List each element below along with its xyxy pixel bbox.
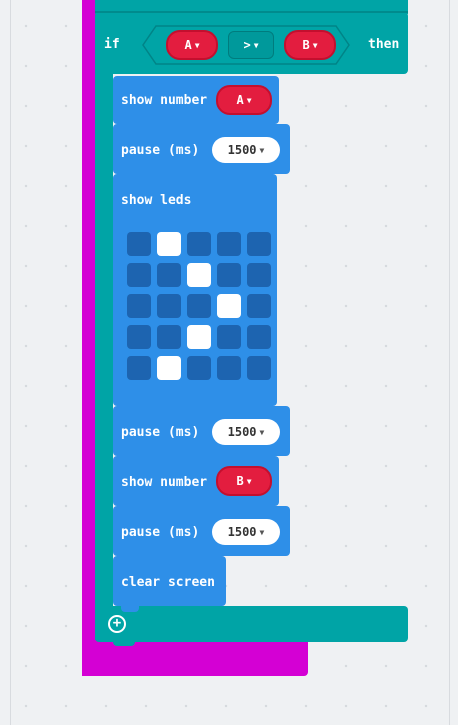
led-matrix[interactable]: [127, 232, 272, 384]
pause-duration-value: 1500: [227, 525, 257, 539]
led-cell-1-3[interactable]: [217, 263, 241, 287]
led-cell-1-0[interactable]: [127, 263, 151, 287]
caret-down-icon: ▼: [246, 96, 252, 105]
variable-label-b: B: [236, 474, 244, 488]
led-cell-3-4[interactable]: [247, 325, 271, 349]
then-keyword: then: [368, 37, 400, 52]
led-cell-0-3[interactable]: [217, 232, 241, 256]
show-number-label: show number: [121, 475, 208, 490]
led-cell-3-1[interactable]: [157, 325, 181, 349]
variable-dropdown-a-condition[interactable]: A ▼: [166, 30, 218, 60]
caret-down-icon: ▼: [259, 528, 265, 537]
led-cell-0-1[interactable]: [157, 232, 181, 256]
led-cell-1-4[interactable]: [247, 263, 271, 287]
led-cell-4-1[interactable]: [157, 356, 181, 380]
variable-label-a: A: [184, 38, 192, 52]
variable-label-b: B: [302, 38, 310, 52]
if-block-footer[interactable]: [95, 606, 408, 642]
show-number-label: show number: [121, 93, 208, 108]
variable-dropdown-a[interactable]: A ▼: [216, 85, 272, 115]
pause-duration-input-3[interactable]: 1500 ▼: [212, 519, 280, 545]
plus-circle-icon[interactable]: +: [108, 615, 126, 633]
led-cell-3-3[interactable]: [217, 325, 241, 349]
block-notch: [121, 606, 139, 612]
led-cell-3-0[interactable]: [127, 325, 151, 349]
led-cell-2-2[interactable]: [187, 294, 211, 318]
caret-down-icon: ▼: [194, 41, 200, 50]
comparison-operator-dropdown[interactable]: > ▼: [228, 31, 274, 59]
caret-down-icon: ▼: [246, 477, 252, 486]
led-cell-0-0[interactable]: [127, 232, 151, 256]
led-cell-0-4[interactable]: [247, 232, 271, 256]
led-cell-2-0[interactable]: [127, 294, 151, 318]
caret-down-icon: ▼: [312, 41, 318, 50]
caret-down-icon: ▼: [259, 428, 265, 437]
show-leds-label: show leds: [121, 193, 192, 208]
led-cell-4-0[interactable]: [127, 356, 151, 380]
pause-duration-input-1[interactable]: 1500 ▼: [212, 137, 280, 163]
pause-duration-input-2[interactable]: 1500 ▼: [212, 419, 280, 445]
outer-block-footer[interactable]: [82, 642, 308, 676]
pause-label: pause (ms): [121, 143, 200, 158]
led-cell-3-2[interactable]: [187, 325, 211, 349]
operator-label: >: [243, 38, 251, 52]
if-block-spine[interactable]: [95, 60, 113, 640]
caret-down-icon: ▼: [259, 146, 265, 155]
led-cell-2-4[interactable]: [247, 294, 271, 318]
led-cell-2-1[interactable]: [157, 294, 181, 318]
led-cell-4-3[interactable]: [217, 356, 241, 380]
variable-dropdown-b[interactable]: B ▼: [216, 466, 272, 496]
led-cell-4-2[interactable]: [187, 356, 211, 380]
pause-label: pause (ms): [121, 425, 200, 440]
variable-dropdown-b-condition[interactable]: B ▼: [284, 30, 336, 60]
pause-duration-value: 1500: [227, 425, 257, 439]
pause-duration-value: 1500: [227, 143, 257, 157]
pause-label: pause (ms): [121, 525, 200, 540]
if-block-footer-notch: [113, 640, 135, 646]
led-cell-1-2[interactable]: [187, 263, 211, 287]
clear-screen-label: clear screen: [121, 575, 215, 590]
led-cell-0-2[interactable]: [187, 232, 211, 256]
variable-label-a: A: [236, 93, 244, 107]
if-block-top-shadow: [95, 11, 408, 13]
led-cell-1-1[interactable]: [157, 263, 181, 287]
caret-down-icon: ▼: [253, 41, 259, 50]
led-cell-2-3[interactable]: [217, 294, 241, 318]
led-cell-4-4[interactable]: [247, 356, 271, 380]
if-keyword: if: [104, 37, 120, 52]
